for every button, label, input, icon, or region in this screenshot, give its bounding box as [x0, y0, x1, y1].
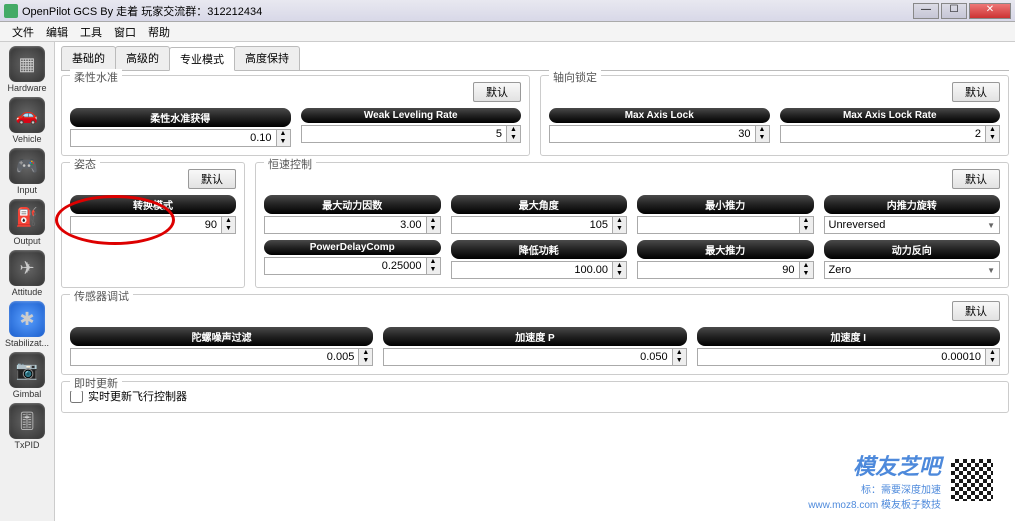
- label-max-thrust: 最大推力: [637, 240, 814, 259]
- chevron-down-icon: ▼: [987, 221, 995, 230]
- weak-rate-stepper[interactable]: ▲▼: [301, 125, 522, 143]
- sidebar-item-vehicle[interactable]: 🚗Vehicle: [2, 97, 52, 144]
- menu-help[interactable]: 帮助: [142, 22, 176, 42]
- label-min-thrust: 最小推力: [637, 195, 814, 214]
- label-max-power-factor: 最大动力因数: [264, 195, 441, 214]
- sidebar-item-gimbal[interactable]: 📷Gimbal: [2, 352, 52, 399]
- vehicle-icon: 🚗: [9, 97, 45, 133]
- window-title: OpenPilot GCS By 走着 玩家交流群：312212434: [22, 3, 262, 19]
- maximize-button[interactable]: ☐: [941, 3, 967, 19]
- controller-icon: 🎮: [9, 148, 45, 184]
- conversion-mode-stepper[interactable]: ▲▼: [70, 216, 236, 234]
- chevron-down-icon: ▼: [987, 266, 995, 275]
- inner-thrust-rotation-select[interactable]: Unreversed▼: [824, 216, 1001, 234]
- gyro-noise-filter-stepper[interactable]: ▲▼: [70, 348, 373, 366]
- reduce-power-stepper[interactable]: ▲▼: [451, 261, 628, 279]
- sidebar-item-stabilization[interactable]: ✱Stabilizat...: [2, 301, 52, 348]
- label-weak-rate: Weak Leveling Rate: [301, 108, 522, 123]
- tab-basic[interactable]: 基础的: [61, 46, 116, 70]
- max-thrust-stepper[interactable]: ▲▼: [637, 261, 814, 279]
- max-axis-rate-stepper[interactable]: ▲▼: [780, 125, 1001, 143]
- close-button[interactable]: ✕: [969, 3, 1011, 19]
- min-thrust-stepper[interactable]: ▲▼: [637, 216, 814, 234]
- power-reverse-select[interactable]: Zero▼: [824, 261, 1001, 279]
- label-reduce-power: 降低功耗: [451, 240, 628, 259]
- down-arrow-icon: ▼: [277, 138, 290, 146]
- label-max-axis-rate: Max Axis Lock Rate: [780, 108, 1001, 123]
- main-panel: 基础的 高级的 专业模式 高度保持 柔性水准 默认 柔性水准获得 ▲▼ Weak…: [55, 42, 1015, 521]
- watermark: 模友芝吧 标：需要深度加速 www.moz8.com 模友板子数技: [808, 449, 995, 511]
- default-button-sensor[interactable]: 默认: [952, 301, 1000, 321]
- accel-p-stepper[interactable]: ▲▼: [383, 348, 686, 366]
- label-flex-gain: 柔性水准获得: [70, 108, 291, 127]
- group-axis-lock: 轴向锁定 默认 Max Axis Lock ▲▼ Max Axis Lock R…: [540, 75, 1009, 156]
- minimize-button[interactable]: —: [913, 3, 939, 19]
- group-sensor-debug: 传感器调试 默认 陀螺噪声过滤 ▲▼ 加速度 P ▲▼ 加速度 I ▲▼: [61, 294, 1009, 375]
- qr-code-icon: [949, 457, 995, 503]
- servo-icon: ⛽: [9, 199, 45, 235]
- menu-edit[interactable]: 编辑: [40, 22, 74, 42]
- menu-window[interactable]: 窗口: [108, 22, 142, 42]
- app-icon: [4, 4, 18, 18]
- max-power-factor-stepper[interactable]: ▲▼: [264, 216, 441, 234]
- group-flex-level: 柔性水准 默认 柔性水准获得 ▲▼ Weak Leveling Rate ▲▼: [61, 75, 530, 156]
- watermark-logo: 模友芝吧: [808, 449, 941, 481]
- label-conversion-mode: 转换模式: [70, 195, 236, 214]
- label-gyro-noise-filter: 陀螺噪声过滤: [70, 327, 373, 346]
- accel-i-stepper[interactable]: ▲▼: [697, 348, 1000, 366]
- camera-icon: 📷: [9, 352, 45, 388]
- sidebar-item-attitude[interactable]: ✈Attitude: [2, 250, 52, 297]
- sidebar-item-output[interactable]: ⛽Output: [2, 199, 52, 246]
- default-button-speed[interactable]: 默认: [952, 169, 1000, 189]
- power-delay-comp-stepper[interactable]: ▲▼: [264, 257, 441, 275]
- label-accel-i: 加速度 I: [697, 327, 1000, 346]
- label-power-reverse: 动力反向: [824, 240, 1001, 259]
- label-power-delay-comp: PowerDelayComp: [264, 240, 441, 255]
- max-angle-stepper[interactable]: ▲▼: [451, 216, 628, 234]
- sidebar-item-txpid[interactable]: 🎚TxPID: [2, 403, 52, 450]
- default-button-flex[interactable]: 默认: [473, 82, 521, 102]
- label-max-angle: 最大角度: [451, 195, 628, 214]
- chip-icon: ▦: [9, 46, 45, 82]
- flex-gain-stepper[interactable]: ▲▼: [70, 129, 291, 147]
- group-realtime-update: 即时更新 实时更新飞行控制器: [61, 381, 1009, 413]
- tab-altitude[interactable]: 高度保持: [234, 46, 300, 70]
- up-arrow-icon: ▲: [277, 130, 290, 138]
- title-bar: OpenPilot GCS By 走着 玩家交流群：312212434 — ☐ …: [0, 0, 1015, 22]
- sliders-icon: 🎚: [9, 403, 45, 439]
- menu-bar: 文件 编辑 工具 窗口 帮助: [0, 22, 1015, 42]
- label-inner-thrust-rotation: 内推力旋转: [824, 195, 1001, 214]
- group-speed-control: 恒速控制 默认 最大动力因数 ▲▼ 最大角度 ▲▼ 最小推力 ▲▼ 内推力旋转 …: [255, 162, 1009, 288]
- label-accel-p: 加速度 P: [383, 327, 686, 346]
- max-axis-lock-stepper[interactable]: ▲▼: [549, 125, 770, 143]
- attitude-icon: ✈: [9, 250, 45, 286]
- default-button-posture[interactable]: 默认: [188, 169, 236, 189]
- tab-bar: 基础的 高级的 专业模式 高度保持: [61, 46, 1009, 71]
- tab-expert[interactable]: 专业模式: [169, 47, 235, 71]
- atom-icon: ✱: [9, 301, 45, 337]
- group-posture: 姿态 默认 转换模式 ▲▼: [61, 162, 245, 288]
- label-max-axis-lock: Max Axis Lock: [549, 108, 770, 123]
- realtime-update-checkbox[interactable]: [70, 390, 83, 403]
- menu-tools[interactable]: 工具: [74, 22, 108, 42]
- menu-file[interactable]: 文件: [6, 22, 40, 42]
- sidebar-item-input[interactable]: 🎮Input: [2, 148, 52, 195]
- sidebar-item-hardware[interactable]: ▦Hardware: [2, 46, 52, 93]
- sidebar: ▦Hardware 🚗Vehicle 🎮Input ⛽Output ✈Attit…: [0, 42, 55, 521]
- tab-advanced[interactable]: 高级的: [115, 46, 170, 70]
- default-button-axislock[interactable]: 默认: [952, 82, 1000, 102]
